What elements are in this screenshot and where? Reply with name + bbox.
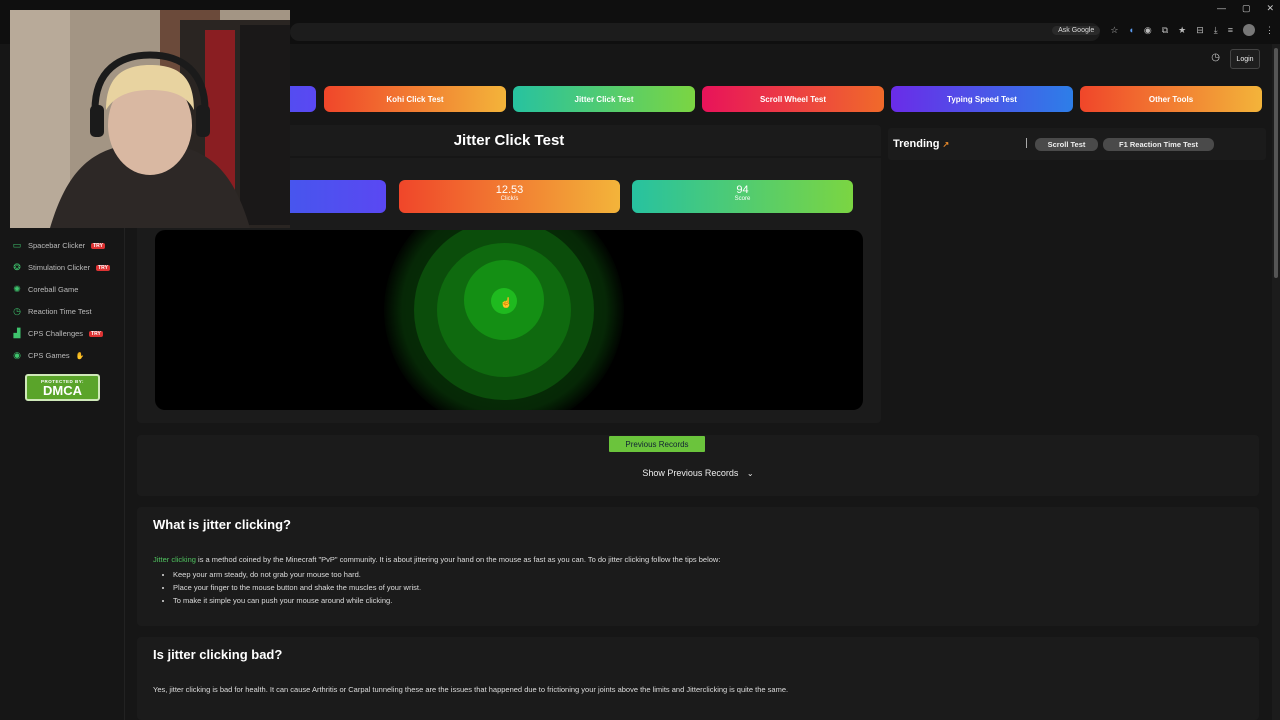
ask-google-button[interactable]: Ask Google [1052, 25, 1101, 35]
try-badge: TRY [91, 242, 105, 249]
section-text: Yes, jitter clicking is bad for health. … [153, 685, 789, 694]
brain-icon: ❂ [13, 262, 21, 272]
clock-icon: ◷ [13, 306, 21, 316]
sidebar-item-label: Coreball Game [28, 285, 79, 294]
score-value: 94 [736, 184, 749, 196]
login-button[interactable]: Login [1230, 49, 1260, 69]
tab-jitter-click-test[interactable]: Jitter Click Test [513, 86, 695, 112]
trending-title: Trending ↗ [893, 138, 950, 150]
ball-icon: ✺ [13, 284, 21, 294]
keyboard-icon: ▭ [12, 240, 22, 250]
tab-scroll-wheel-test[interactable]: Scroll Wheel Test [702, 86, 884, 112]
list-item: Keep your arm steady, do not grab your m… [173, 570, 421, 583]
webcam-image [10, 10, 290, 228]
sidebar-item-spacebar-clicker[interactable]: ▭ Spacebar Clicker TRY [12, 240, 105, 251]
url-field[interactable] [290, 23, 1100, 41]
sidebar-item-label: CPS Games [28, 351, 70, 360]
scroll-thumb[interactable] [1274, 48, 1278, 278]
stat-score: 94 Score [632, 180, 853, 213]
section-is-jitter-bad: Is jitter clicking bad? Yes, jitter clic… [137, 637, 1259, 720]
sidebar-item-reaction-time-test[interactable]: ◷ Reaction Time Test [12, 306, 92, 317]
cps-value: 12.53 [495, 184, 524, 196]
tab-kohi-click-test[interactable]: Kohi Click Test [324, 86, 506, 112]
hand-icon: ✋ [75, 352, 85, 360]
cursor-icon: ☝ [500, 298, 513, 309]
sidebar-item-stimulation-clicker[interactable]: ❂ Stimulation Clicker TRY [12, 262, 110, 273]
menu-icon[interactable]: ⋮ [1265, 25, 1274, 36]
trending-bar: Trending ↗ Scroll Test F1 Reaction Time … [888, 128, 1266, 160]
tab-typing-speed-test[interactable]: Typing Speed Test [891, 86, 1073, 112]
page-scrollbar[interactable] [1272, 44, 1280, 720]
try-badge: TRY [89, 330, 103, 337]
score-label: Score [734, 196, 751, 202]
sidebar: ▭ Spacebar Clicker TRY ❂ Stimulation Cli… [0, 228, 125, 720]
browser-toolbar: Ask Google ☆ ◖ ◉ ⧉ ★ ⊟ ⤓ ≡ ⋮ [1052, 24, 1274, 36]
jitter-clicking-link[interactable]: Jitter clicking [153, 555, 196, 564]
sidebar-item-coreball-game[interactable]: ✺ Coreball Game [12, 284, 78, 295]
click-area[interactable]: ☝ [155, 230, 863, 410]
section-text: Jitter clicking is a method coined by th… [153, 555, 721, 564]
download-icon[interactable]: ⤓ [1214, 25, 1218, 36]
try-badge: TRY [96, 264, 110, 271]
divider [1026, 138, 1027, 148]
star-icon[interactable]: ☆ [1110, 25, 1118, 36]
sidebar-item-label: Spacebar Clicker [28, 241, 86, 250]
dmca-badge[interactable]: PROTECTED BY: DMCA [25, 374, 100, 401]
close-icon[interactable]: ✕ [1266, 3, 1274, 14]
gamepad-icon: ◉ [13, 350, 21, 360]
bookmarks-icon[interactable]: ★ [1178, 25, 1186, 36]
trending-item-scroll-test[interactable]: Scroll Test [1035, 138, 1098, 151]
minimize-icon[interactable]: — [1217, 3, 1226, 14]
split-view-icon[interactable]: ⊟ [1196, 25, 1204, 36]
stat-clicks-per-second: 12.53 Click/s [399, 180, 620, 213]
chevron-down-icon: ⌄ [746, 469, 754, 478]
previous-records-button[interactable]: Previous Records [609, 436, 705, 452]
trend-up-icon: ↗ [942, 140, 950, 149]
sidebar-item-label: CPS Challenges [28, 329, 84, 338]
extension-icon[interactable]: ⧉ [1162, 25, 1168, 36]
list-item: Place your finger to the mouse button an… [173, 583, 421, 596]
sidebar-item-cps-challenges[interactable]: ▟ CPS Challenges TRY [12, 328, 103, 339]
chart-icon: ▟ [13, 328, 21, 338]
section-what-is-jitter: What is jitter clicking? Jitter clicking… [137, 507, 1259, 626]
sidebar-item-label: Stimulation Clicker [28, 263, 91, 272]
maximize-icon[interactable]: ▢ [1242, 3, 1251, 14]
records-panel: Previous Records Show Previous Records ⌄ [137, 435, 1259, 496]
history-icon[interactable]: ◷ [1211, 52, 1220, 63]
sidebar-item-label: Reaction Time Test [28, 307, 92, 316]
show-previous-records-toggle[interactable]: Show Previous Records ⌄ [137, 468, 1259, 478]
cps-label: Click/s [500, 196, 519, 202]
trending-item-f1-reaction-time-test[interactable]: F1 Reaction Time Test [1103, 138, 1214, 151]
section-heading: What is jitter clicking? [153, 517, 291, 532]
sidebar-item-cps-games[interactable]: ◉ CPS Games ✋ [12, 350, 84, 361]
media-icon[interactable]: ≡ [1228, 25, 1233, 35]
section-heading: Is jitter clicking bad? [153, 647, 283, 662]
eye-icon[interactable]: ◉ [1144, 25, 1152, 36]
tips-list: Keep your arm steady, do not grab your m… [165, 570, 421, 609]
profile-avatar[interactable] [1243, 24, 1255, 36]
list-item: To make it simple you can push your mous… [173, 596, 421, 609]
audio-icon[interactable]: ◖ [1128, 25, 1133, 35]
window-controls: — ▢ ✕ [1217, 3, 1274, 14]
webcam-overlay [10, 10, 290, 228]
tab-other-tools[interactable]: Other Tools [1080, 86, 1262, 112]
